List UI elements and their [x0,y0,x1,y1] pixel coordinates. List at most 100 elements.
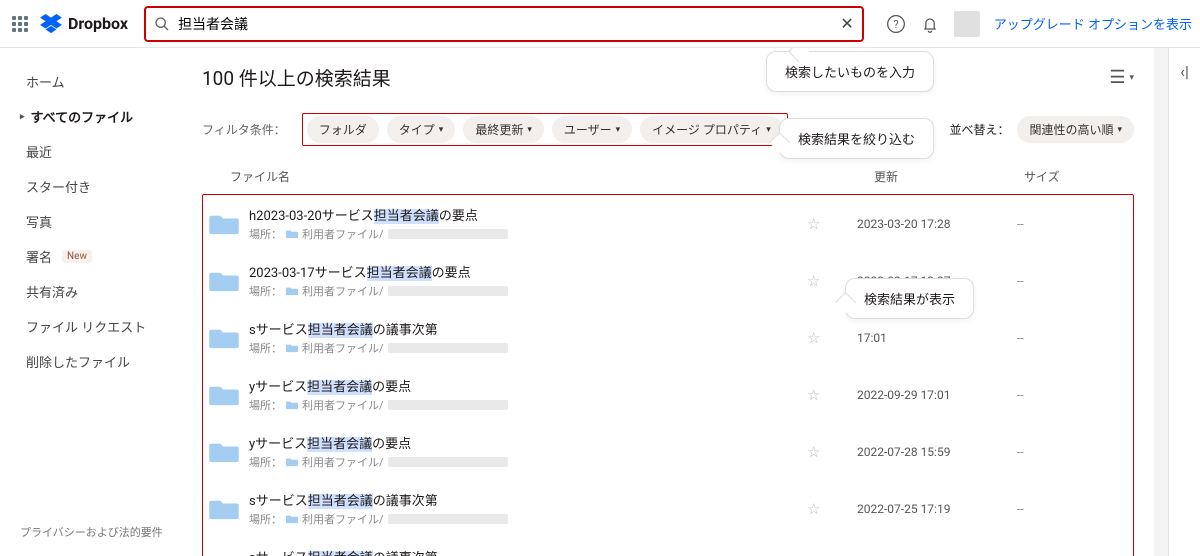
results-heading: 100 件以上の検索結果 [202,64,391,91]
table-header: ファイル名 更新 サイズ [202,162,1134,192]
star-toggle[interactable]: ☆ [807,443,847,461]
dropbox-icon [40,14,62,34]
table-row[interactable]: sサービス担当者会議の議事次第場所：利用者ファイル/ ☆ 2022-07-25 17… [203,480,1133,537]
folder-icon [209,326,239,350]
folder-icon [209,383,239,407]
file-location: 場所：利用者ファイル/ [249,283,797,299]
filter-label: フィルタ条件： [202,121,286,138]
file-name: 2023-03-17サービス担当者会議の要点 [249,262,797,281]
chevron-down-icon: ▾ [1129,73,1134,83]
size-cell: -- [1017,274,1127,288]
sidebar-item-shared[interactable]: 共有済み [0,274,192,309]
filter-folder[interactable]: フォルダ [307,116,379,143]
file-name: sサービス担当者会議の議事次第 [249,547,797,556]
star-toggle[interactable]: ☆ [807,386,847,404]
col-name[interactable]: ファイル名 [202,168,834,185]
filter-user[interactable]: ユーザー ▾ [552,116,632,143]
file-location: 場所：利用者ファイル/ [249,511,797,527]
file-name: sサービス担当者会議の議事次第 [249,319,797,338]
file-location: 場所：利用者ファイル/ [249,454,797,470]
sidebar-item-starred[interactable]: スター付き [0,169,192,204]
updated-cell: 2022-07-25 17:19 [857,502,1007,516]
star-toggle[interactable]: ☆ [807,500,847,518]
table-row[interactable]: sサービス担当者会議の議事次第場所：利用者ファイル/☆2022-06-26 10… [203,537,1133,556]
brand-name: Dropbox [68,14,128,33]
chip-label: 最終更新 [475,121,523,138]
search-input[interactable] [178,16,832,32]
file-location: 場所：利用者ファイル/ [249,340,797,356]
avatar[interactable] [954,11,980,37]
sort-value: 関連性の高い順 [1029,121,1113,138]
clear-search-icon[interactable]: ✕ [840,14,853,33]
file-name: sサービス担当者会議の議事次第 [249,490,797,509]
upgrade-link[interactable]: アップグレード オプションを表示 [994,14,1192,33]
brand-logo[interactable]: Dropbox [40,14,128,34]
updated-cell: 2023-03-20 17:28 [857,217,1007,231]
size-cell: -- [1017,331,1127,345]
panel-collapse-tab[interactable]: ‹| [1168,48,1200,556]
chip-label: イメージ プロパティ [652,121,762,138]
view-toggle[interactable]: ☰ ▾ [1109,67,1134,88]
folder-icon [286,514,298,524]
chevron-right-icon: ▸ [20,112,25,122]
results-list: h2023-03-20サービス担当者会議の要点場所：利用者ファイル/ ☆ 2023-… [202,194,1134,556]
folder-icon [286,457,298,467]
folder-icon [286,286,298,296]
file-location: 場所：利用者ファイル/ [249,397,797,413]
star-toggle[interactable]: ☆ [807,272,847,290]
updated-cell: 17:01 [857,331,1007,345]
table-row[interactable]: sサービス担当者会議の議事次第場所：利用者ファイル/ ☆ 17:01 -- [203,309,1133,366]
apps-grid-icon[interactable] [8,12,32,36]
new-badge: New [62,250,92,263]
sidebar-item-photos[interactable]: 写真 [0,204,192,239]
chevron-down-icon: ▾ [766,125,771,135]
sidebar-item-home[interactable]: ホーム [0,64,192,99]
table-row[interactable]: 2023-03-17サービス担当者会議の要点場所：利用者ファイル/☆2023-0… [203,252,1133,309]
updated-cell: 2022-07-28 15:59 [857,445,1007,459]
search-icon [154,16,170,32]
folder-icon [209,440,239,464]
callout-filter-hint: 検索結果を絞り込む [779,118,934,159]
chevron-down-icon: ▾ [439,125,444,135]
sidebar-item-signature[interactable]: 署名 New [0,239,192,274]
svg-text:?: ? [893,18,898,31]
filter-chips-container: フォルダ タイプ ▾ 最終更新▾ ユーザー ▾ イメージ プロパティ ▾ [302,113,788,146]
file-name: h2023-03-20サービス担当者会議の要点 [249,205,797,224]
col-updated[interactable]: 更新 [874,168,1024,185]
table-row[interactable]: h2023-03-20サービス担当者会議の要点場所：利用者ファイル/ ☆ 2023-… [203,195,1133,252]
table-row[interactable]: yサービス担当者会議の要点場所：利用者ファイル/ ☆ 2022-07-28 15:5… [203,423,1133,480]
file-name: yサービス担当者会議の要点 [249,376,797,395]
sidebar-item-label: 署名 [26,247,52,266]
sidebar-footer[interactable]: プライバシーおよび法的要件 [0,524,192,540]
filter-image-props[interactable]: イメージ プロパティ ▾ [640,116,783,143]
filter-type[interactable]: タイプ ▾ [387,116,456,143]
file-location: 場所：利用者ファイル/ [249,226,797,242]
search-bar[interactable]: ✕ [144,6,864,42]
help-icon[interactable]: ? [886,14,906,34]
folder-icon [286,229,298,239]
sidebar: ホーム ▸すべてのファイル 最近 スター付き 写真 署名 New 共有済み ファイ… [0,48,192,556]
chevron-down-icon: ▾ [616,125,621,135]
chip-label: タイプ [399,121,435,138]
sort-select[interactable]: 関連性の高い順▾ [1017,116,1134,143]
star-toggle[interactable]: ☆ [807,329,847,347]
sidebar-item-recent[interactable]: 最近 [0,134,192,169]
size-cell: -- [1017,445,1127,459]
callout-results-hint: 検索結果が表示 [845,278,974,319]
star-toggle[interactable]: ☆ [807,215,847,233]
sidebar-item-file-requests[interactable]: ファイル リクエスト [0,309,192,344]
table-row[interactable]: yサービス担当者会議の要点場所：利用者ファイル/ ☆ 2022-09-29 17:0… [203,366,1133,423]
sidebar-item-all-files[interactable]: ▸すべてのファイル [0,99,192,134]
file-name: yサービス担当者会議の要点 [249,433,797,452]
vertical-scrollbar[interactable] [1154,48,1168,556]
folder-icon [209,497,239,521]
chip-label: ユーザー [564,121,612,138]
col-size[interactable]: サイズ [1024,168,1134,185]
updated-cell: 2022-09-29 17:01 [857,388,1007,402]
size-cell: -- [1017,217,1127,231]
notification-bell-icon[interactable] [920,14,940,34]
sort-label: 並べ替え： [949,121,1009,138]
sidebar-item-deleted[interactable]: 削除したファイル [0,344,192,379]
folder-icon [286,343,298,353]
filter-updated[interactable]: 最終更新▾ [463,116,544,143]
